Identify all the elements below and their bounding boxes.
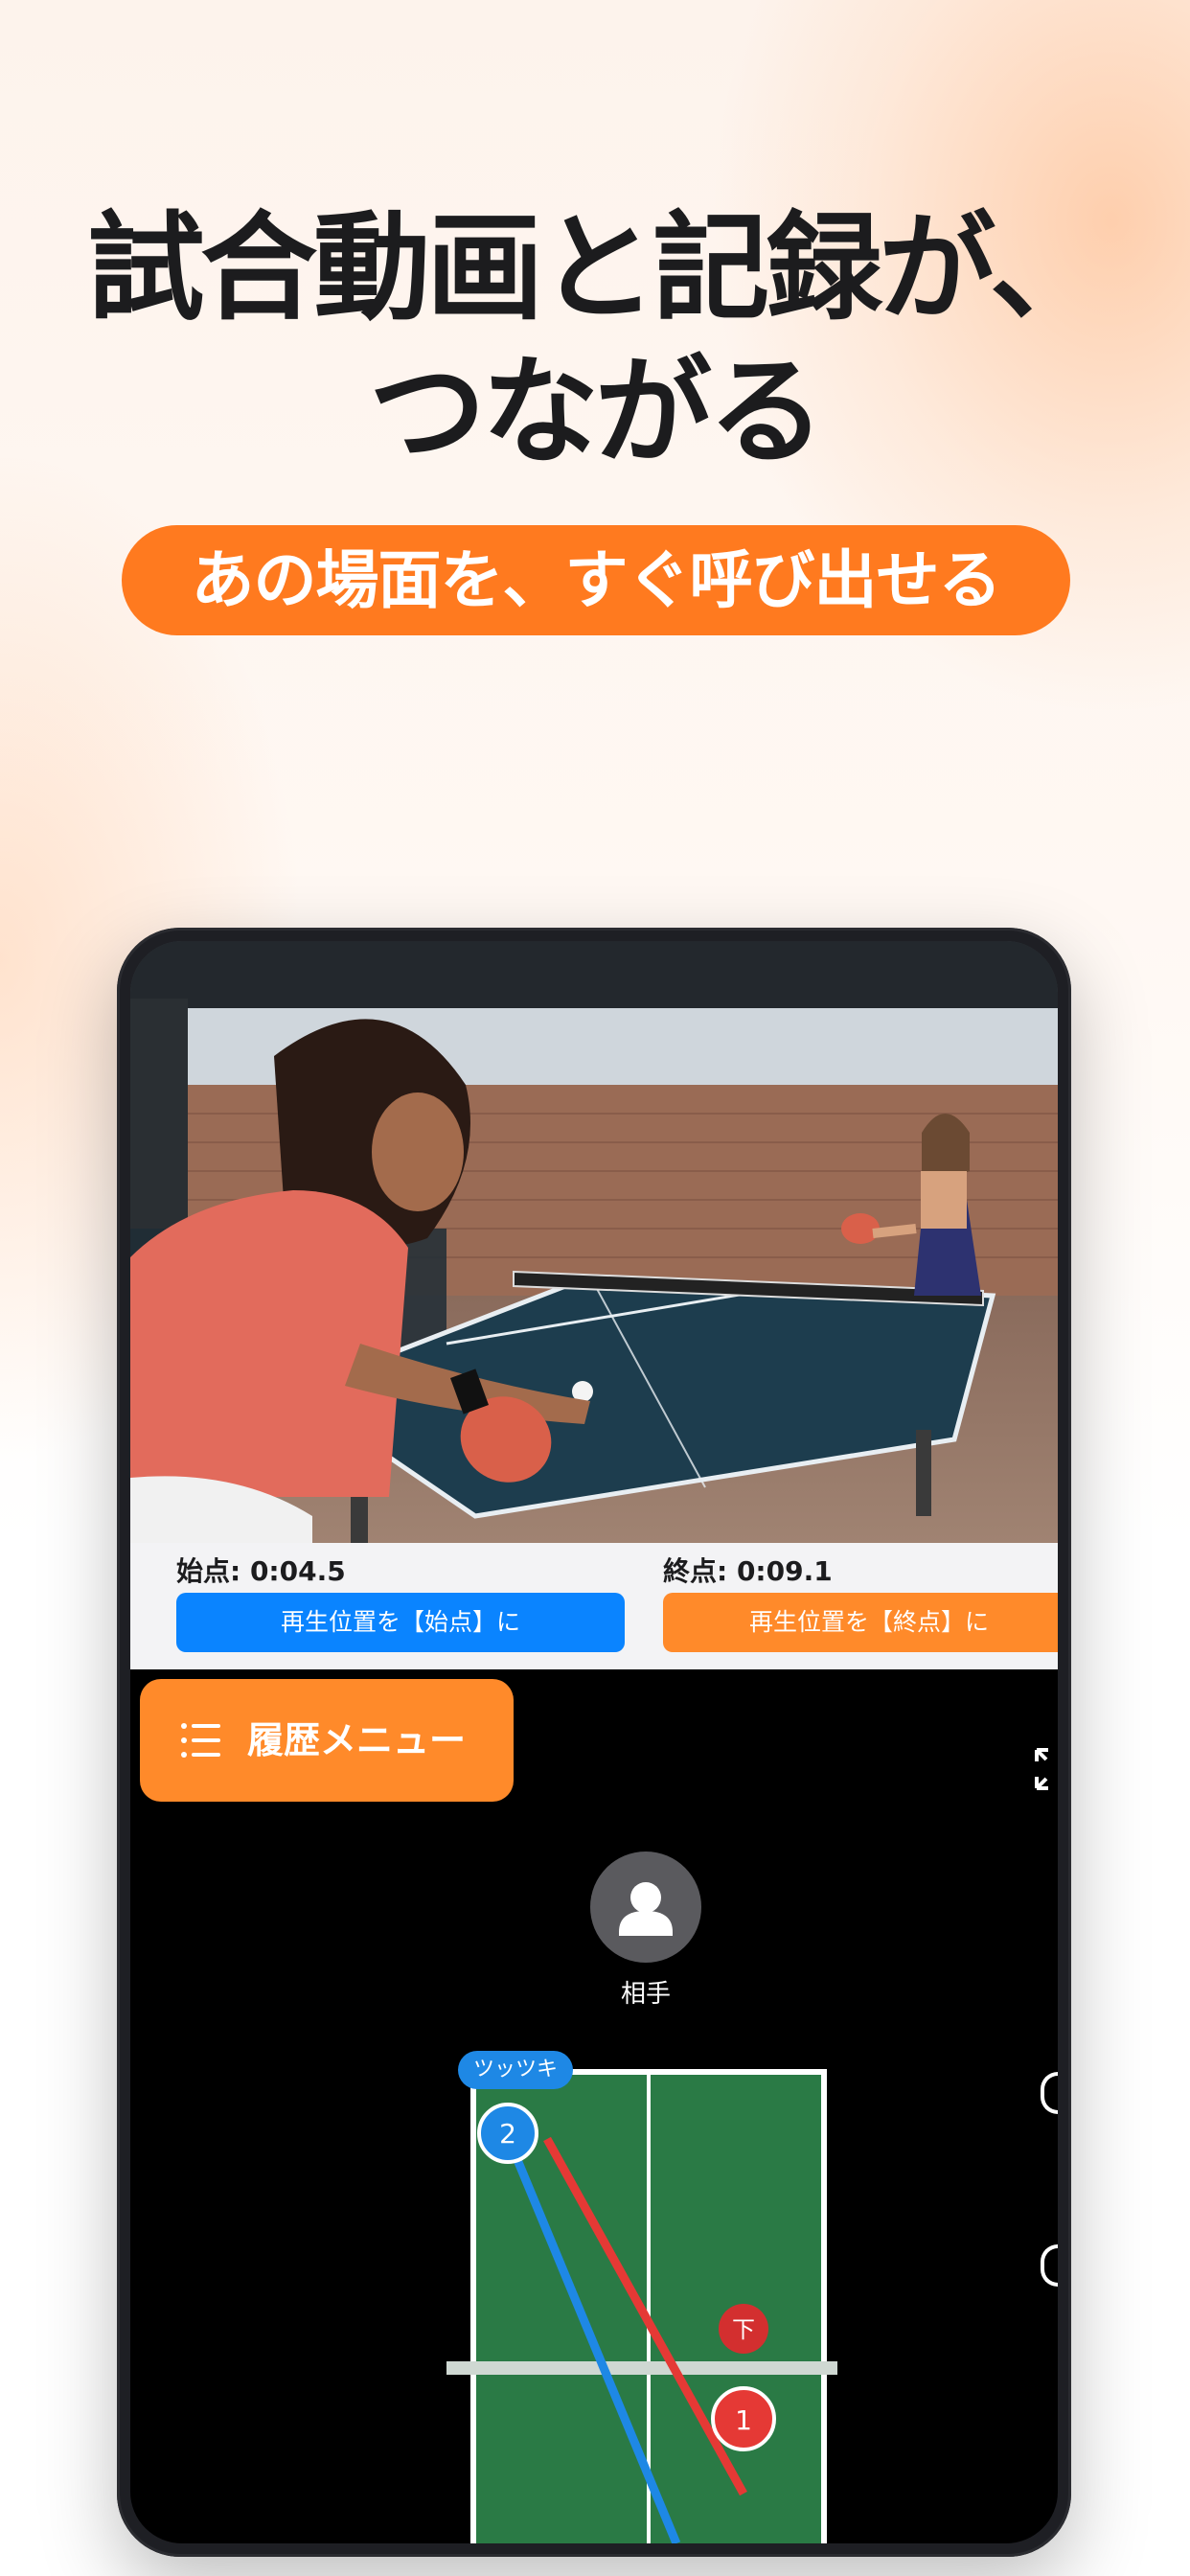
headline-line-1: 試合動画と記録が、 (87, 200, 1107, 336)
expand-icon[interactable] (1035, 1748, 1058, 1790)
person-icon (619, 1882, 673, 1936)
end-point-label: 終点: 0:09.1 (663, 1555, 833, 1587)
set-start-button[interactable]: 再生位置を【始点】に (176, 1593, 625, 1652)
tablet-device-frame: 始点: 0:04.5 終点: 0:09.1 再生位置を【始点】に 再生位置を【終… (117, 928, 1071, 2557)
video-frame-illustration (130, 941, 1058, 1543)
set-end-button[interactable]: 再生位置を【終点】に (663, 1593, 1058, 1652)
start-point-label: 始点: 0:04.5 (176, 1555, 346, 1587)
segment-controls: 始点: 0:04.5 終点: 0:09.1 再生位置を【始点】に 再生位置を【終… (130, 1543, 1058, 1669)
history-menu-label: 履歴メニュー (247, 1719, 467, 1761)
app-screen: 始点: 0:04.5 終点: 0:09.1 再生位置を【始点】に 再生位置を【終… (130, 941, 1058, 2543)
list-icon (181, 1723, 220, 1758)
opponent-avatar[interactable] (590, 1852, 701, 1963)
history-menu-button[interactable]: 履歴メニュー (140, 1679, 514, 1802)
svg-text:2: 2 (499, 2118, 516, 2150)
marker-2: 2 (477, 2103, 538, 2164)
svg-text:下: 下 (732, 2316, 755, 2343)
court-net (446, 2361, 837, 2375)
court-diagram[interactable]: 2 下 1 (130, 1995, 1058, 2543)
svg-text:1: 1 (735, 2404, 752, 2436)
spin-badge: 下 (719, 2304, 768, 2354)
subheadline-pill: あの場面を、すぐ呼び出せる (122, 525, 1070, 635)
stroke-type-tag: ツッツキ (458, 2051, 573, 2089)
headline-line-2: つながる (369, 344, 825, 480)
match-video[interactable] (130, 941, 1058, 1543)
headline: 試合動画と記録が、 つながる (0, 196, 1190, 484)
marker-1: 1 (711, 2386, 776, 2451)
